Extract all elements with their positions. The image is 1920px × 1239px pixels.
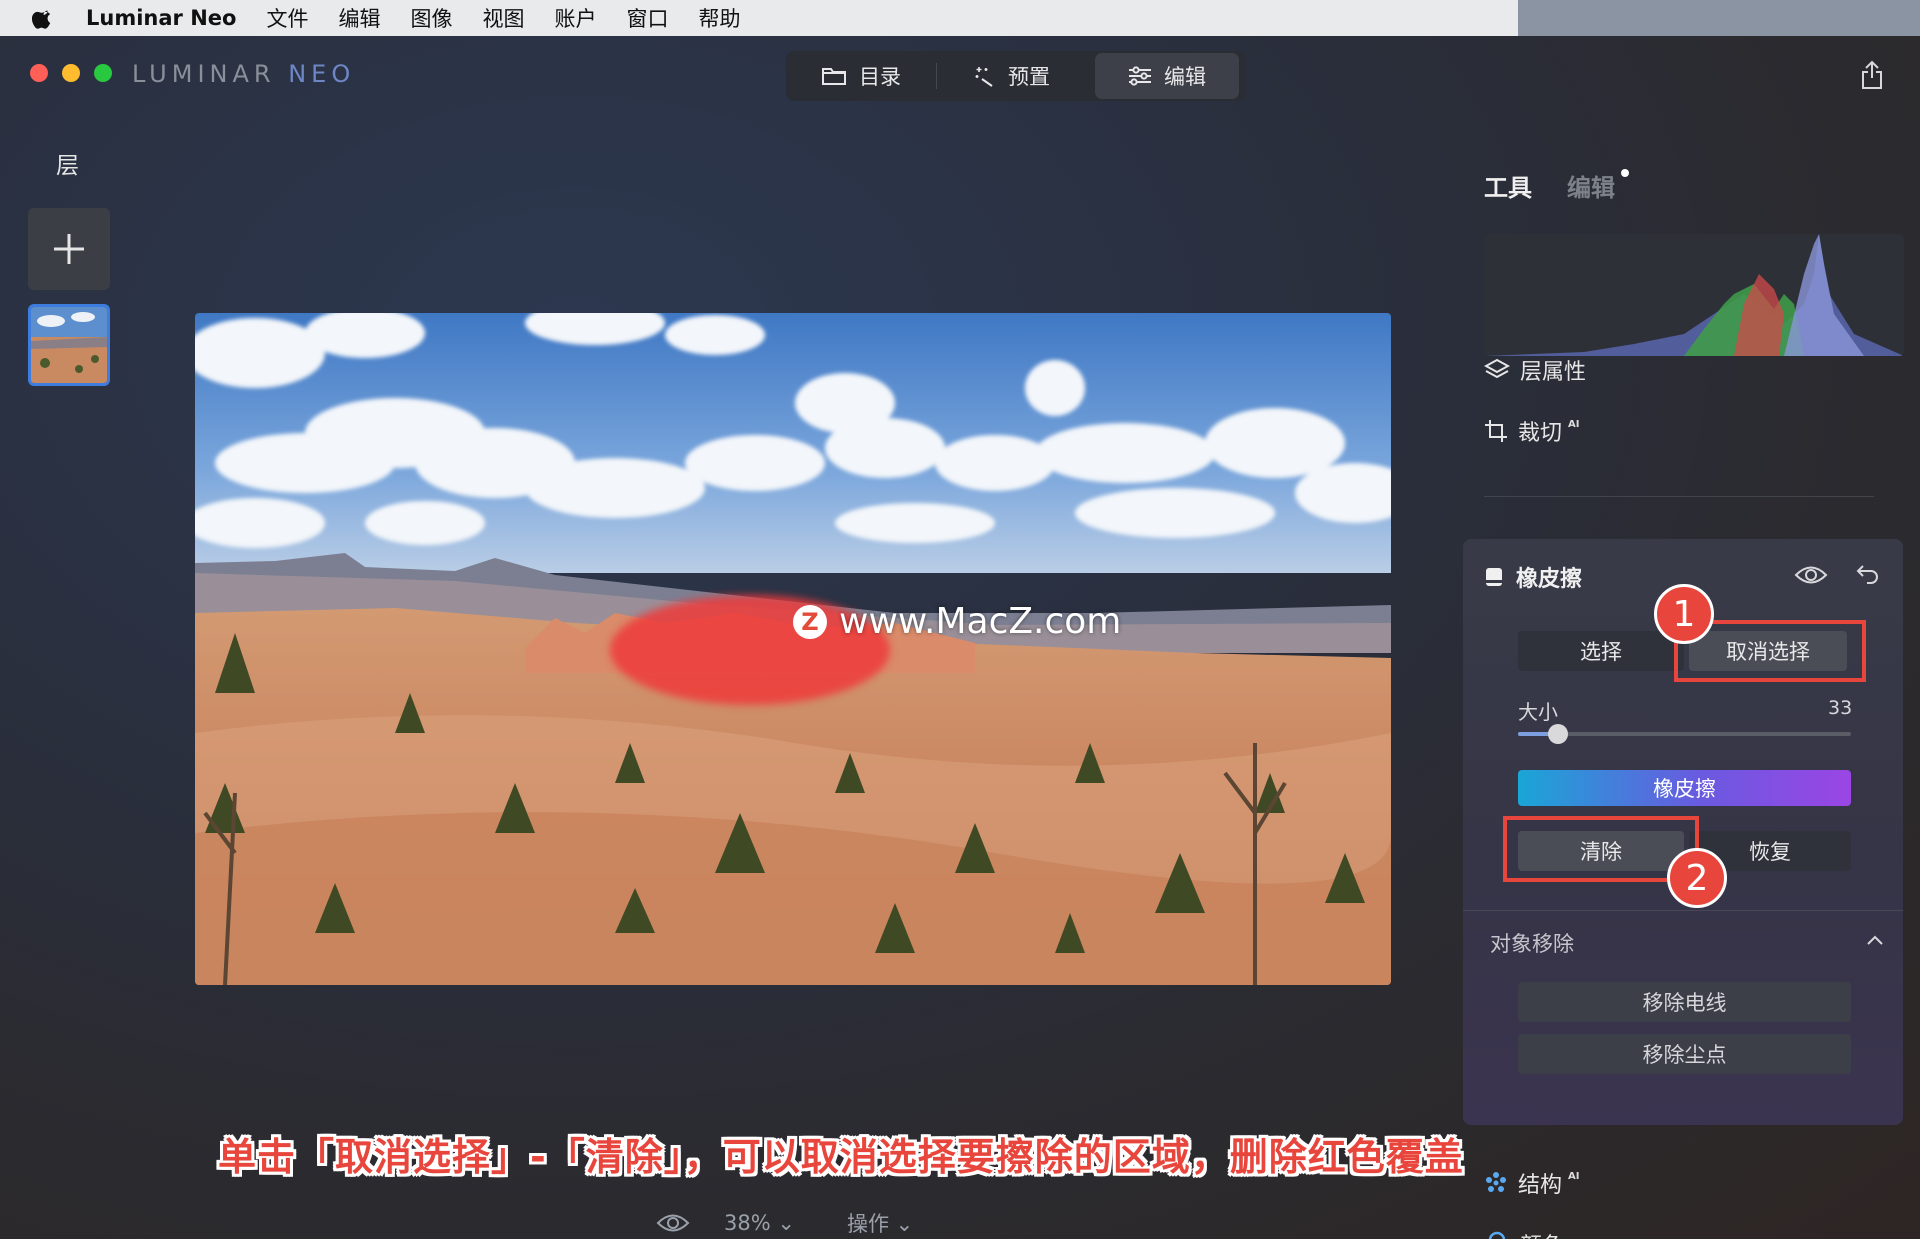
eraser-icon (1486, 568, 1502, 586)
actions-dropdown[interactable]: 操作 ⌄ (847, 1208, 913, 1238)
window-close-button[interactable] (30, 64, 48, 82)
chevron-down-icon: ⌄ (895, 1212, 914, 1236)
layer-thumbnail-image (31, 307, 107, 383)
actions-label: 操作 (846, 1212, 889, 1236)
mode-tabs: 目录 预置 编辑 (786, 51, 1246, 101)
watermark-logo: Z (793, 604, 827, 639)
tab-tools[interactable]: 工具 (1484, 168, 1532, 203)
tab-edit-label: 编辑 (1164, 65, 1206, 89)
add-layer-button[interactable] (28, 208, 110, 290)
tab-catalog-label: 目录 (859, 65, 901, 89)
erase-mode-button[interactable]: 橡皮擦 (1518, 770, 1851, 806)
logo-word-luminar: LUMINAR (132, 60, 276, 88)
tab-edits[interactable]: 编辑 (1567, 168, 1615, 203)
menu-bar: Luminar Neo 文件 编辑 图像 视图 账户 窗口 帮助 (0, 0, 1518, 37)
window-minimize-button[interactable] (62, 64, 80, 82)
histogram (1484, 234, 1904, 356)
bottom-toolbar: 38% ⌄ 操作 ⌄ (656, 1208, 913, 1238)
app-logo: LUMINAR NEO (132, 60, 355, 88)
desktop-background (1518, 0, 1920, 36)
object-removal-title[interactable]: 对象移除 (1490, 928, 1574, 958)
zoom-value: 38% (724, 1211, 771, 1235)
tab-presets-label: 预置 (1008, 65, 1050, 89)
tool-color[interactable]: 颜色 (1484, 1228, 1564, 1239)
eye-icon[interactable] (656, 1212, 690, 1234)
eraser-header[interactable]: 橡皮擦 (1484, 561, 1582, 593)
crop-icon (1485, 420, 1507, 442)
menu-account[interactable]: 账户 (554, 3, 596, 33)
layers-title: 层 (56, 153, 79, 179)
chevron-down-icon: ⌄ (777, 1211, 795, 1235)
tab-catalog[interactable]: 目录 (786, 53, 936, 99)
crop-label: 裁切 (1518, 421, 1563, 446)
edits-indicator-dot (1621, 169, 1629, 177)
window-maximize-button[interactable] (94, 64, 112, 82)
select-button[interactable]: 选择 (1518, 631, 1684, 671)
tab-edit[interactable]: 编辑 (1095, 53, 1239, 99)
zoom-dropdown[interactable]: 38% ⌄ (724, 1211, 795, 1235)
tool-structure[interactable]: 结构 AI (1484, 1167, 1579, 1199)
menu-view[interactable]: 视图 (482, 3, 524, 33)
eye-icon[interactable] (1794, 564, 1828, 586)
annotation-marker-2: 2 (1667, 848, 1727, 908)
main-image-canvas[interactable] (195, 313, 1391, 985)
apple-icon[interactable] (32, 6, 54, 30)
color-icon (1488, 1231, 1506, 1239)
undo-icon[interactable] (1855, 562, 1881, 586)
size-value: 33 (1828, 697, 1853, 719)
menu-edit[interactable]: 编辑 (338, 3, 380, 33)
menu-file[interactable]: 文件 (266, 3, 308, 33)
divider (1484, 496, 1874, 497)
chevron-up-icon[interactable] (1866, 934, 1884, 946)
annotation-marker-1: 1 (1654, 584, 1714, 644)
landscape-photo (195, 313, 1391, 985)
histogram-graph (1484, 234, 1904, 356)
size-label: 大小 (1518, 700, 1558, 724)
tool-crop[interactable]: 裁切 AI (1484, 415, 1579, 447)
logo-word-neo: NEO (288, 60, 356, 88)
layers-stack-icon (1484, 358, 1510, 379)
magic-wand-icon (975, 67, 993, 87)
size-slider-thumb[interactable] (1547, 724, 1568, 744)
sliders-icon (1129, 66, 1151, 86)
eraser-title: 橡皮擦 (1516, 567, 1583, 592)
divider (1463, 910, 1903, 911)
watermark: Z www.MacZ.com (793, 601, 1121, 642)
structure-icon (1486, 1172, 1506, 1192)
crop-ai-badge: AI (1568, 418, 1580, 430)
tool-layer-properties[interactable]: 层属性 (1484, 354, 1586, 386)
menu-help[interactable]: 帮助 (698, 3, 740, 33)
plus-icon (54, 234, 84, 264)
menu-window[interactable]: 窗口 (626, 3, 668, 33)
folder-icon (822, 68, 846, 85)
tab-presets[interactable]: 预置 (937, 53, 1087, 99)
share-icon[interactable] (1860, 60, 1884, 90)
color-label: 颜色 (1520, 1228, 1564, 1239)
app-window: LUMINAR NEO 目录 预置 编辑 层 Z www.MacZ.com 工具… (0, 36, 1920, 1239)
app-name-menu[interactable]: Luminar Neo (86, 6, 236, 30)
remove-powerlines-button[interactable]: 移除电线 (1518, 982, 1851, 1022)
structure-ai-badge: AI (1568, 1170, 1580, 1182)
menu-image[interactable]: 图像 (410, 3, 452, 33)
tutorial-caption: 单击「取消选择」-「清除」，可以取消选择要擦除的区域，删除红色覆盖 (218, 1135, 1464, 1179)
layer-properties-label: 层属性 (1520, 360, 1587, 385)
structure-label: 结构 (1518, 1173, 1563, 1198)
watermark-text: www.MacZ.com (839, 601, 1122, 642)
layer-thumbnail[interactable] (28, 304, 110, 386)
remove-dust-button[interactable]: 移除尘点 (1518, 1034, 1851, 1074)
